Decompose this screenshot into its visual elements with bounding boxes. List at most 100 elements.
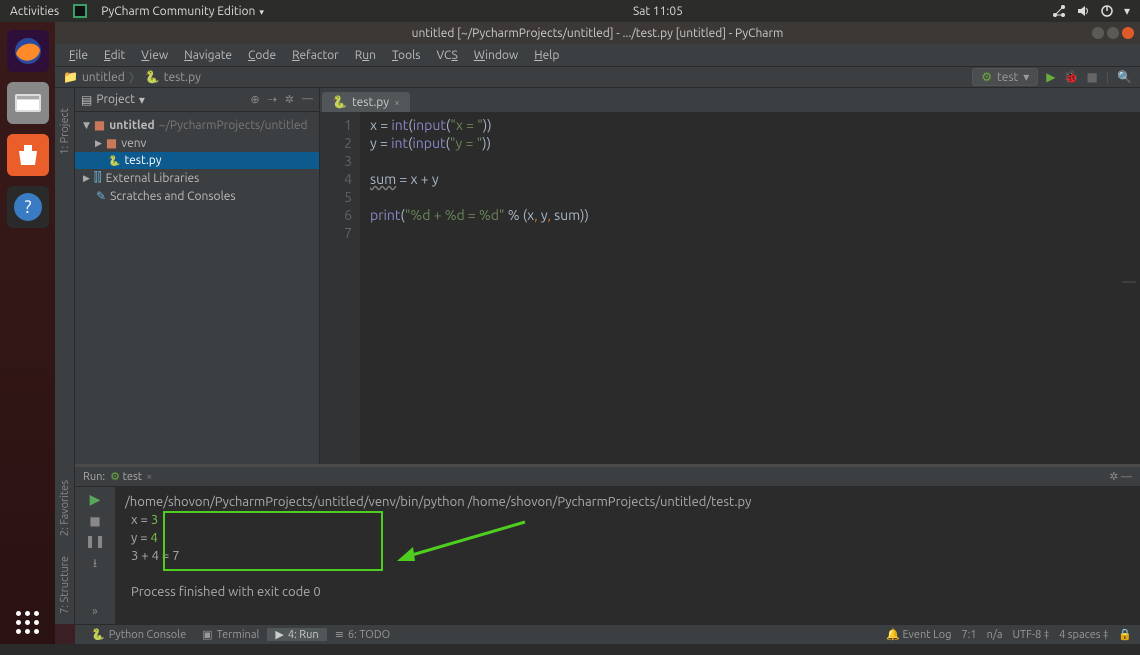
menu-code[interactable]: Code [242, 47, 282, 64]
left-tool-strip: 1: Project 2: Favorites 7: Structure [55, 88, 75, 624]
close-tab-icon[interactable]: × [394, 97, 400, 108]
menu-window[interactable]: Window [468, 47, 524, 64]
menu-navigate[interactable]: Navigate [178, 47, 238, 64]
menu-run[interactable]: Run [349, 47, 382, 64]
chevron-down-icon[interactable]: ▾ [139, 93, 145, 107]
tree-testpy[interactable]: 🐍 test.py [75, 152, 319, 169]
menu-vcs[interactable]: VCS [430, 47, 463, 64]
software-launcher[interactable] [7, 134, 49, 176]
firefox-launcher[interactable] [7, 30, 49, 72]
run-tab-icon: ⚙ [110, 470, 120, 483]
tree-root[interactable]: ▼ ■ untitled ~/PycharmProjects/untitled [75, 116, 319, 134]
activities-button[interactable]: Activities [10, 5, 59, 18]
breadcrumb-root[interactable]: untitled [82, 71, 125, 84]
library-icon: ⫿⫿ [94, 171, 102, 185]
python-file-icon: 🐍 [145, 70, 160, 84]
toolbar-divider: | [1106, 71, 1109, 84]
expand-icon: ▼ [83, 120, 90, 131]
exit-button[interactable]: ⭳ [93, 554, 97, 575]
minimize-button[interactable] [1092, 27, 1104, 39]
run-settings-icon[interactable]: ✲ — [1109, 470, 1132, 483]
power-icon[interactable] [1100, 4, 1114, 18]
run-button[interactable]: ▶ [1046, 70, 1055, 84]
tool-project-tab[interactable]: 1: Project [59, 98, 71, 165]
expand-icon: ▶ [83, 173, 90, 184]
run-config-icon: ⚙ [981, 70, 992, 84]
gear-icon[interactable]: ✲ [285, 93, 294, 106]
help-launcher[interactable]: ? [7, 186, 49, 228]
lock-icon[interactable]: 🔒 [1118, 628, 1132, 641]
search-icon[interactable]: 🔍 [1117, 70, 1132, 84]
tree-scratches[interactable]: ✎ Scratches and Consoles [75, 187, 319, 205]
indent[interactable]: 4 spaces ‡ [1059, 629, 1108, 641]
scratch-icon: ✎ [96, 189, 106, 203]
run-console[interactable]: /home/shovon/PycharmProjects/untitled/ve… [115, 487, 1140, 624]
tree-root-path: ~/PycharmProjects/untitled [159, 119, 308, 132]
editor-tab-testpy[interactable]: 🐍 test.py × [322, 92, 410, 112]
terminal-tab[interactable]: ▣Terminal [194, 628, 267, 641]
tool-structure-tab[interactable]: 7: Structure [59, 546, 71, 624]
tool-favorites-tab[interactable]: 2: Favorites [59, 470, 71, 546]
editor-tab-label: test.py [352, 96, 389, 109]
run-tab[interactable]: ▶4: Run [267, 628, 326, 641]
scroll-from-source-icon[interactable]: ⊕ [250, 93, 259, 106]
files-launcher[interactable] [7, 82, 49, 124]
menu-help[interactable]: Help [528, 47, 565, 64]
breadcrumb-file[interactable]: test.py [164, 71, 201, 84]
expand-icon: ▶ [95, 138, 102, 149]
close-button[interactable] [1122, 27, 1134, 39]
maximize-button[interactable] [1107, 27, 1119, 39]
svg-text:?: ? [24, 197, 31, 217]
gnome-top-bar: Activities PyCharm Community Edition Sat… [0, 0, 1140, 22]
menu-refactor[interactable]: Refactor [286, 47, 345, 64]
run-tab-label[interactable]: test [123, 471, 142, 483]
tree-root-label: untitled [109, 119, 154, 132]
pycharm-window: untitled [~/PycharmProjects/untitled] - … [55, 22, 1140, 644]
run-config-selector[interactable]: ⚙ test ▾ [972, 68, 1038, 86]
tree-item-label: venv [121, 137, 146, 150]
navigation-bar: 📁 untitled 〉 🐍 test.py ⚙ test ▾ ▶ 🐞 ■ | … [55, 66, 1140, 88]
clock[interactable]: Sat 11:05 [264, 5, 1052, 18]
pause-button[interactable]: ❚❚ [85, 534, 105, 548]
rerun-button[interactable]: ▶ [90, 491, 101, 508]
cursor-position: 7:1 [961, 629, 976, 641]
breadcrumb-sep: 〉 [129, 69, 141, 86]
folder-icon: 📁 [63, 70, 78, 84]
project-view-label[interactable]: Project [96, 93, 135, 106]
debug-button[interactable]: 🐞 [1064, 70, 1079, 84]
line-sep[interactable]: n/a [987, 629, 1003, 641]
menu-file[interactable]: File [63, 47, 94, 64]
status-caret-icon[interactable]: ▾ [1124, 4, 1130, 18]
todo-icon: ≡ [335, 628, 344, 641]
run-toolbar: ▶ ■ ❚❚ ⭳ » [75, 487, 115, 624]
volume-icon[interactable] [1076, 4, 1090, 18]
network-icon[interactable] [1052, 4, 1066, 18]
terminal-icon: ▣ [202, 628, 212, 641]
menu-bar: File Edit View Navigate Code Refactor Ru… [55, 44, 1140, 66]
chevron-down-icon: ▾ [1023, 70, 1029, 84]
stop-button[interactable]: ■ [1086, 70, 1097, 84]
stop-button[interactable]: ■ [89, 514, 100, 528]
menu-view[interactable]: View [135, 47, 174, 64]
python-console-tab[interactable]: 🐍Python Console [83, 628, 194, 641]
annotation-arrow [395, 517, 535, 567]
tree-external[interactable]: ▶ ⫿⫿ External Libraries [75, 169, 319, 187]
encoding[interactable]: UTF-8 ‡ [1013, 629, 1050, 641]
status-bar: 🐍Python Console ▣Terminal ▶4: Run ≡6: TO… [75, 624, 1140, 644]
window-title-bar: untitled [~/PycharmProjects/untitled] - … [55, 22, 1140, 44]
close-run-tab-icon[interactable]: × [146, 471, 152, 483]
collapse-icon[interactable]: ⇢ [268, 93, 277, 106]
menu-tools[interactable]: Tools [386, 47, 427, 64]
event-log[interactable]: 🔔 Event Log [886, 628, 951, 641]
hide-icon[interactable]: — [302, 93, 313, 106]
pycharm-icon [73, 4, 87, 18]
todo-tab[interactable]: ≡6: TODO [327, 628, 398, 641]
play-icon: ▶ [275, 628, 283, 641]
more-button[interactable]: » [92, 605, 98, 618]
folder-icon: ■ [94, 118, 105, 132]
apps-grid-icon[interactable] [16, 611, 39, 634]
app-menu[interactable]: PyCharm Community Edition [101, 5, 264, 18]
tree-item-label: test.py [124, 154, 161, 167]
menu-edit[interactable]: Edit [98, 47, 131, 64]
tree-venv[interactable]: ▶ ■ venv [75, 134, 319, 152]
